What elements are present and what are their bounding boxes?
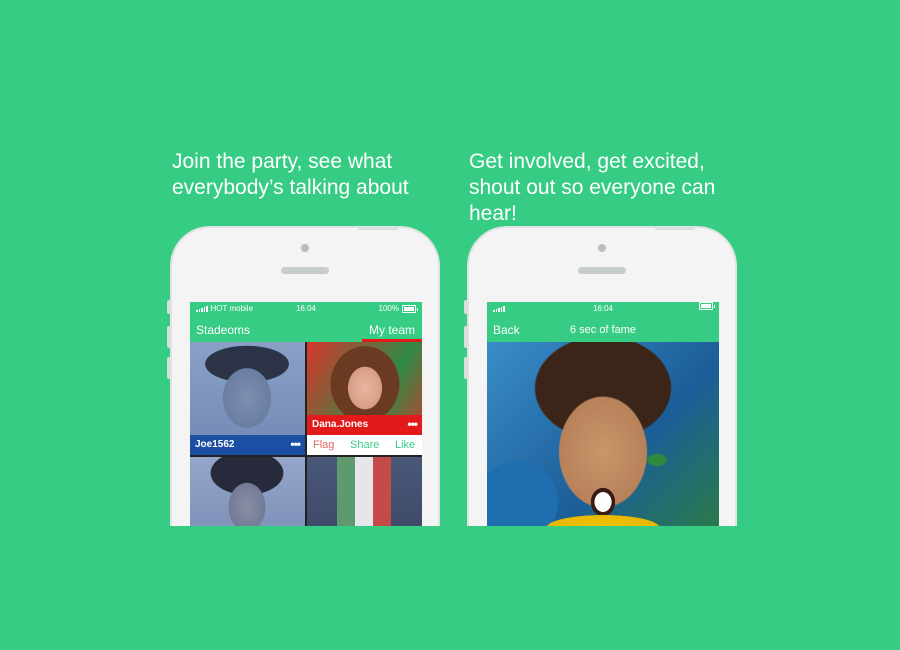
battery-percent: 100% bbox=[378, 304, 399, 313]
caption-right: Get involved, get excited, shout out so … bbox=[469, 150, 716, 225]
phone-right: 16:04 Back 6 sec of fame bbox=[467, 226, 737, 526]
battery-icon bbox=[402, 305, 418, 313]
earpiece-speaker bbox=[281, 267, 329, 274]
fan-tile-3[interactable] bbox=[190, 457, 305, 526]
nav-bar: Back 6 sec of fame bbox=[487, 316, 719, 342]
battery-icon bbox=[699, 302, 715, 310]
phone-left: HOT mobile 16:04 100% Stadeoms My team J… bbox=[170, 226, 440, 526]
fan-tile-4[interactable] bbox=[307, 457, 422, 526]
username-label: Joe1562 bbox=[195, 439, 235, 450]
status-time: 16:04 bbox=[592, 304, 614, 313]
fan-photo bbox=[307, 457, 422, 526]
like-button[interactable]: Like bbox=[395, 435, 415, 455]
tab-my-team[interactable]: My team bbox=[369, 323, 415, 337]
share-button[interactable]: Share bbox=[350, 435, 379, 455]
fan-video-frame[interactable] bbox=[487, 342, 719, 526]
volume-down-button bbox=[464, 357, 468, 379]
fan-grid: Joe1562 ••• Dana.Jones ••• Flag Share Li… bbox=[190, 342, 422, 526]
mute-switch bbox=[167, 300, 171, 314]
tile-actions: Flag Share Like bbox=[307, 435, 422, 455]
status-bar: 16:04 bbox=[487, 302, 719, 316]
more-options-icon[interactable]: ••• bbox=[407, 414, 418, 434]
flag-button[interactable]: Flag bbox=[313, 435, 334, 455]
fan-photo bbox=[190, 457, 305, 526]
volume-down-button bbox=[167, 357, 171, 379]
fan-tile-dana[interactable]: Dana.Jones ••• Flag Share Like bbox=[307, 342, 422, 455]
more-options-icon[interactable]: ••• bbox=[290, 434, 301, 454]
front-camera bbox=[301, 244, 309, 252]
earpiece-speaker bbox=[578, 267, 626, 274]
front-camera bbox=[598, 244, 606, 252]
power-button bbox=[358, 228, 398, 230]
volume-up-button bbox=[464, 326, 468, 348]
volume-up-button bbox=[167, 326, 171, 348]
nav-bar: Stadeoms My team bbox=[190, 316, 422, 342]
screen-feed: HOT mobile 16:04 100% Stadeoms My team J… bbox=[190, 302, 422, 526]
caption-left: Join the party, see what everybody’s tal… bbox=[172, 150, 409, 199]
power-button bbox=[655, 228, 695, 230]
mute-switch bbox=[464, 300, 468, 314]
fan-tile-joe[interactable]: Joe1562 ••• bbox=[190, 342, 305, 455]
screen-video: 16:04 Back 6 sec of fame bbox=[487, 302, 719, 526]
status-bar: HOT mobile 16:04 100% bbox=[190, 302, 422, 316]
username-label: Dana.Jones bbox=[312, 419, 369, 430]
screen-title: 6 sec of fame bbox=[569, 324, 637, 336]
tab-stadeoms[interactable]: Stadeoms bbox=[196, 323, 250, 337]
